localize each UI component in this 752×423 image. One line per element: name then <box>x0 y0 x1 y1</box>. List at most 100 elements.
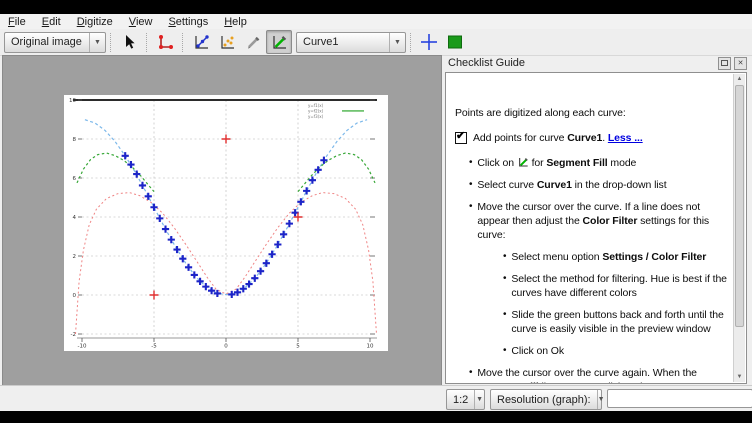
axis-point-tool-button[interactable] <box>152 30 178 54</box>
menu-help[interactable]: Help <box>216 15 255 29</box>
bullet-dot: • <box>503 272 506 300</box>
menu-edit[interactable]: Edit <box>34 15 69 29</box>
dock-float-button[interactable] <box>718 57 731 70</box>
checkbox-checked[interactable] <box>455 132 467 144</box>
toolbar-separator <box>110 33 112 52</box>
digitized-point-cross <box>303 187 310 194</box>
bullet-text: Select the method for filtering. Hue is … <box>511 272 727 300</box>
digitized-point-cross <box>162 225 169 232</box>
checklist-bullet: • Click on for Segment Fill mode <box>455 156 727 170</box>
y-tick-label: 10 <box>69 98 76 104</box>
graph-canvas[interactable]: 1086420-2-10-50510y=f1(x)y=f2(x)y=f3(x) <box>2 55 442 386</box>
curve-point-tool-button[interactable] <box>188 30 214 54</box>
point-match-icon <box>218 33 236 51</box>
bullet-text: Move the cursor over the curve. If a lin… <box>477 200 727 242</box>
bullet-dot: • <box>503 308 506 336</box>
bullet-dot: • <box>503 344 506 358</box>
chevron-down-icon: ▼ <box>474 390 484 409</box>
menu-settings[interactable]: Settings <box>160 15 216 29</box>
checklist-bullet: •Slide the green buttons back and forth … <box>455 308 727 336</box>
checklist-content: Points are digitized along each curve: Ad… <box>455 73 727 383</box>
legend-label: y=f1(x) <box>308 103 324 108</box>
zoom-combo[interactable]: 1:2 ▼ <box>446 389 485 410</box>
digitized-point-cross <box>145 193 152 200</box>
checklist-checkbox-item: Add points for curve Curve1. Less ... <box>455 131 727 145</box>
segment-fill-icon <box>517 156 529 168</box>
resolution-value: Resolution (graph): <box>491 394 597 406</box>
scroll-down-icon[interactable]: ▼ <box>734 372 745 382</box>
bullet-dot: • <box>469 178 472 192</box>
digitized-point-cross <box>274 241 281 248</box>
checklist-guide-dock: Checklist Guide ✕ Points are digitized a… <box>443 55 752 385</box>
toolbar-separator <box>146 33 148 52</box>
curve-point-icon <box>192 33 210 51</box>
dock-scrollbar[interactable]: ▲ ▼ <box>733 74 745 382</box>
bullet-text: Click on Ok <box>511 344 564 358</box>
filter-color-indicator <box>442 30 468 54</box>
digitized-point-cross <box>280 231 287 238</box>
curve-selector-value: Curve1 <box>297 36 389 48</box>
digitized-point-cross <box>168 236 175 243</box>
bullet-text: Click on for Segment Fill mode <box>477 156 636 170</box>
coordinates-field[interactable] <box>607 389 752 408</box>
blue-cross-icon <box>419 32 439 52</box>
text-segment: Select the method for filtering. Hue is … <box>511 273 727 299</box>
checkbox-label: Add points for curve Curve1. Less ... <box>473 131 643 145</box>
bullet-dot: • <box>469 366 472 383</box>
scroll-up-icon[interactable]: ▲ <box>734 74 745 84</box>
menu-digitize[interactable]: Digitize <box>69 15 121 29</box>
x-tick-label: -10 <box>78 344 87 350</box>
point-match-tool-button[interactable] <box>214 30 240 54</box>
float-icon <box>721 60 728 66</box>
bullet-dot: • <box>469 156 472 170</box>
digitized-point-cross <box>309 177 316 184</box>
menubar: FileEditDigitizeViewSettingsHelp <box>0 14 752 29</box>
bullet-dot: • <box>503 250 506 264</box>
y-tick-label: 4 <box>73 215 77 221</box>
y-tick-label: 0 <box>73 293 77 299</box>
digitized-point-cross <box>179 255 186 262</box>
text-segment: for <box>529 157 547 169</box>
y-tick-label: 6 <box>73 176 77 182</box>
bullet-dot: • <box>469 200 472 242</box>
text-segment: Move the cursor over the curve again. Wh… <box>477 367 697 379</box>
graph-image[interactable]: 1086420-2-10-50510y=f1(x)y=f2(x)y=f3(x) <box>64 95 388 351</box>
chevron-down-icon: ▼ <box>389 33 405 52</box>
dock-close-button[interactable]: ✕ <box>734 57 747 70</box>
chevron-down-icon: ▼ <box>89 33 105 52</box>
y-tick-label: 2 <box>73 254 77 260</box>
text-segment: Settings / Color Filter <box>602 251 706 263</box>
dock-titlebar: Checklist Guide ✕ <box>443 55 752 71</box>
cursor-arrow-icon <box>120 33 138 51</box>
text-segment: Color Filter <box>583 215 638 227</box>
curve-selector-combo[interactable]: Curve1 ▼ <box>296 32 406 53</box>
checklist-bullet: •Select menu option Settings / Color Fil… <box>455 250 727 264</box>
axis-point-cross <box>222 135 231 144</box>
checklist-bullet: • Move the cursor over the curve again. W… <box>455 366 727 383</box>
text-segment: Click on <box>477 157 516 169</box>
digitized-point-cross <box>173 246 180 253</box>
select-tool-button[interactable] <box>116 30 142 54</box>
resolution-combo[interactable]: Resolution (graph): ▼ <box>490 389 602 410</box>
axis-point-cross <box>150 291 159 300</box>
digitized-point-cross <box>320 157 327 164</box>
chart: 1086420-2-10-50510y=f1(x)y=f2(x)y=f3(x) <box>64 95 388 351</box>
text-segment: Slide the green buttons back and forth u… <box>511 309 723 335</box>
text-segment: in the drop-down list <box>572 179 667 191</box>
x-tick-label: 0 <box>224 344 228 350</box>
point-style-indicator <box>416 30 442 54</box>
zoom-value: 1:2 <box>447 394 474 406</box>
y-tick-label: 8 <box>73 137 77 143</box>
checklist-paragraph: Points are digitized along each curve: <box>455 106 727 120</box>
axis-point-icon <box>156 33 174 51</box>
segment-fill-icon <box>517 156 529 168</box>
scrollbar-thumb[interactable] <box>735 85 744 327</box>
digitized-point-cross <box>139 182 146 189</box>
less-link[interactable]: Less ... <box>608 132 643 144</box>
background-selector-combo[interactable]: Original image ▼ <box>4 32 106 53</box>
menu-file[interactable]: File <box>0 15 34 29</box>
checklist-bullet: •Select curve Curve1 in the drop-down li… <box>455 178 727 192</box>
color-picker-tool-button[interactable] <box>240 30 266 54</box>
segment-fill-tool-button[interactable] <box>266 30 292 54</box>
menu-view[interactable]: View <box>121 15 161 29</box>
